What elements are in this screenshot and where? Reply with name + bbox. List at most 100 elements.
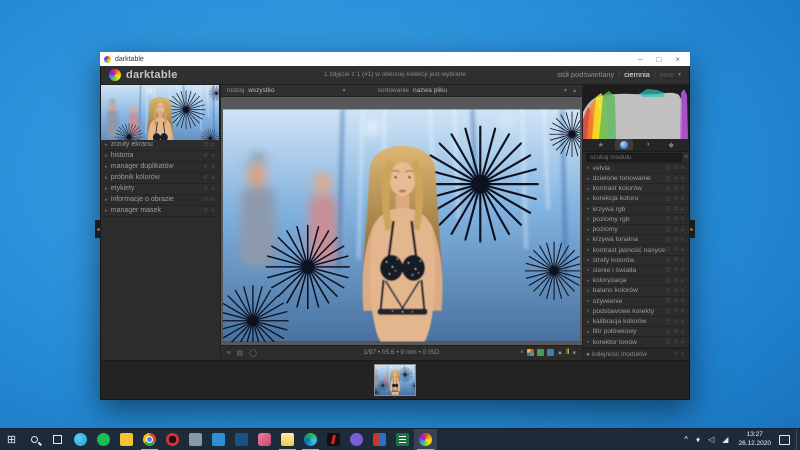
- module-row-icons[interactable]: ◫ ↺ ≡: [665, 278, 685, 284]
- left-module-history[interactable]: ▸historia↺ ≡: [101, 151, 220, 162]
- edited-photo[interactable]: [223, 109, 580, 342]
- close-button[interactable]: ×: [675, 55, 680, 64]
- taskbar-app-darktable[interactable]: [414, 429, 437, 450]
- module-row[interactable]: ▸kontrast kolorów◫ ↺ ≡: [583, 184, 689, 194]
- taskbar-app-notes[interactable]: [115, 429, 138, 450]
- module-row-icons[interactable]: ◫ ↺ ≡: [665, 298, 685, 304]
- module-row[interactable]: ▸dzielone tonowanie◫ ↺ ≡: [583, 174, 689, 184]
- left-module-duplicate-manager[interactable]: ▸manager duplikatów↺ ≡: [101, 162, 220, 173]
- module-row[interactable]: ▸balans kolorów◫ ↺ ≡: [583, 286, 689, 296]
- sort-order-icon[interactable]: ▴: [573, 87, 576, 94]
- taskbar-app-opera[interactable]: [161, 429, 184, 450]
- taskbar-app-netflix[interactable]: [322, 429, 345, 450]
- maximize-button[interactable]: □: [656, 55, 661, 64]
- module-row-icons[interactable]: ◫ ↺ ≡: [665, 329, 685, 335]
- raw-overexposed-icon[interactable]: [527, 349, 534, 356]
- filter-value[interactable]: wszystko: [248, 87, 274, 94]
- taskbar-app-discord[interactable]: [345, 429, 368, 450]
- taskbar-app-chrome[interactable]: [138, 429, 161, 450]
- module-row-icons[interactable]: ↺ ≡: [203, 186, 215, 192]
- collapse-filmstrip-icon[interactable]: ▾: [393, 393, 396, 399]
- tray-network-icon[interactable]: ◢: [718, 435, 732, 444]
- window-titlebar[interactable]: darktable – □ ×: [100, 52, 690, 66]
- sort-caret-icon[interactable]: ▾: [564, 87, 567, 94]
- module-row[interactable]: ▸korekcja koloru◫ ↺ ≡: [583, 194, 689, 204]
- softproof-icon[interactable]: [547, 349, 554, 356]
- taskbar-app-file-explorer[interactable]: [276, 429, 299, 450]
- module-row-icons[interactable]: ◫ ↺ ≡: [665, 288, 685, 294]
- module-row-icons[interactable]: ◫ ↺ ≡: [665, 186, 685, 192]
- module-row-icons[interactable]: ◫ ↺ ≡: [665, 176, 685, 182]
- taskbar-app-edge[interactable]: [299, 429, 322, 450]
- notification-center-icon[interactable]: [779, 435, 790, 445]
- module-row[interactable]: ▸koloryzacja◫ ↺ ≡: [583, 276, 689, 286]
- overexposed-icon[interactable]: [537, 349, 544, 356]
- filmstrip-thumbnail-selected[interactable]: [374, 364, 416, 396]
- navigation-preview[interactable]: [101, 85, 220, 140]
- module-row[interactable]: ▸strefy kolorów◫ ↺ ≡: [583, 256, 689, 266]
- taskbar-app-excel[interactable]: [391, 429, 414, 450]
- view-lighttable[interactable]: stół podświetlany: [557, 70, 614, 79]
- tray-volume-icon[interactable]: ◁: [704, 435, 718, 444]
- module-row-icons[interactable]: ↺ ≡: [203, 153, 215, 159]
- module-row-icons[interactable]: ↺ ≡: [203, 175, 215, 181]
- module-row-icons[interactable]: ↺ ≡: [674, 351, 686, 357]
- sort-value[interactable]: nazwa pliku: [413, 87, 447, 94]
- toolbar-overflow-icon[interactable]: ▾: [572, 349, 576, 357]
- view-darkroom[interactable]: ciemnia: [624, 70, 650, 79]
- taskbar-clock[interactable]: 13:27 26.12.2020: [732, 431, 777, 447]
- left-module-image-info[interactable]: ▸informacje o obrazie↺ ≡: [101, 195, 220, 206]
- module-row[interactable]: ▸ożywienie◫ ↺ ≡: [583, 297, 689, 307]
- module-row-icons[interactable]: ◫ ↺ ≡: [665, 196, 685, 202]
- tray-security-icon[interactable]: ♦: [692, 435, 704, 444]
- views-caret-icon[interactable]: ▾: [678, 71, 681, 78]
- guides-icon[interactable]: ‖: [566, 349, 569, 356]
- module-search-input[interactable]: [586, 153, 682, 162]
- taskbar-app-photos[interactable]: [230, 429, 253, 450]
- second-window-icon[interactable]: ×: [520, 349, 524, 356]
- left-module-tagging[interactable]: ▸etykiety↺ ≡: [101, 184, 220, 195]
- module-row-icons[interactable]: ◫ ↺ ≡: [665, 237, 685, 243]
- module-row-icons[interactable]: ◫ ↺ ≡: [665, 308, 685, 314]
- module-row-icons[interactable]: ↺ ≡: [203, 197, 215, 203]
- module-row[interactable]: ▸poziomy◫ ↺ ≡: [583, 225, 689, 235]
- module-row-icons[interactable]: ◫ ↺ ≡: [665, 165, 685, 171]
- show-desktop-button[interactable]: [796, 429, 800, 450]
- module-row-icons[interactable]: ◫ ↺ ≡: [665, 319, 685, 325]
- module-row[interactable]: ▸filtr połówkowy◫ ↺ ≡: [583, 327, 689, 337]
- module-row-icons[interactable]: ↺ ≡: [203, 164, 215, 170]
- search-icon[interactable]: [23, 429, 46, 450]
- taskbar-app-paint[interactable]: [253, 429, 276, 450]
- taskbar-app-skype[interactable]: [69, 429, 92, 450]
- module-row[interactable]: ▸krzywa rgb◫ ↺ ≡: [583, 205, 689, 215]
- darkroom-canvas[interactable]: [221, 97, 583, 345]
- module-row-icons[interactable]: ◫ ↺ ≡: [665, 267, 685, 273]
- module-row-icons[interactable]: ◫ ↺ ≡: [665, 216, 685, 222]
- tab-effects[interactable]: ◆: [662, 139, 680, 150]
- toolbar-left-icons[interactable]: ≡ ▤ ◯: [227, 349, 259, 357]
- module-row-icons[interactable]: ◫ ↺ ≡: [665, 339, 685, 345]
- module-row[interactable]: ▸cienie i światła◫ ↺ ≡: [583, 266, 689, 276]
- histogram[interactable]: [583, 85, 689, 139]
- left-module-color-picker[interactable]: ▸próbnik kolorów↺ ≡: [101, 173, 220, 184]
- tab-favorites[interactable]: ★: [592, 139, 610, 150]
- module-row[interactable]: ▸korektor tonów◫ ↺ ≡: [583, 337, 689, 347]
- tab-grading[interactable]: ◑: [639, 139, 657, 150]
- module-row-icons[interactable]: ↺ ≡: [203, 142, 215, 148]
- module-row[interactable]: ▸kontrast jasność nasycenie◫ ↺ ≡: [583, 245, 689, 255]
- minimize-button[interactable]: –: [638, 55, 642, 64]
- tab-base-active[interactable]: [615, 139, 633, 150]
- gamut-check-icon[interactable]: ▲: [557, 350, 563, 356]
- filmstrip[interactable]: ▾: [101, 360, 689, 399]
- collapse-left-panel-icon[interactable]: ◂: [95, 220, 101, 238]
- module-row-icons[interactable]: ◫ ↺ ≡: [665, 206, 685, 212]
- taskbar-app-docs[interactable]: [184, 429, 207, 450]
- module-row[interactable]: ▸podstawowe korekty◫ ↺ ≡: [583, 307, 689, 317]
- module-row-icons[interactable]: ◫ ↺ ≡: [665, 227, 685, 233]
- module-row-icons[interactable]: ◫ ↺ ≡: [665, 247, 685, 253]
- task-view-button[interactable]: [46, 429, 69, 450]
- filter-caret-icon[interactable]: ▾: [343, 87, 346, 94]
- taskbar-app-spotify[interactable]: [92, 429, 115, 450]
- tray-chevron-icon[interactable]: ^: [680, 435, 692, 444]
- module-order-row[interactable]: ▸ kolejność modułów ↺ ≡: [583, 348, 689, 360]
